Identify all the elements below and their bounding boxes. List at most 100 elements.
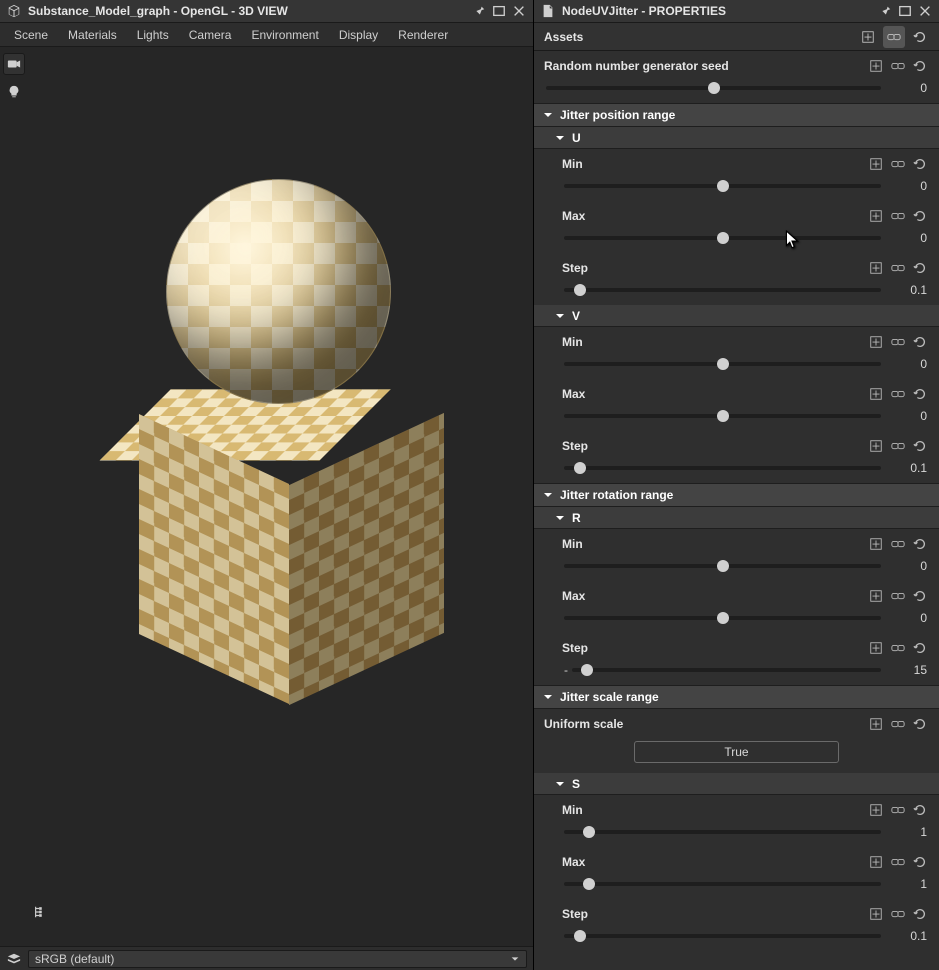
subsection-label: R (572, 511, 581, 525)
colorspace-dropdown[interactable]: sRGB (default) (28, 950, 527, 968)
reset-icon[interactable] (911, 155, 929, 173)
expose-icon[interactable] (857, 26, 879, 48)
reset-icon[interactable] (911, 207, 929, 225)
properties-title: NodeUVJitter - PROPERTIES (562, 4, 871, 18)
v-max-label: Max (562, 387, 867, 401)
reset-icon[interactable] (911, 385, 929, 403)
link-icon[interactable] (889, 535, 907, 553)
uniform-scale-label: Uniform scale (544, 717, 867, 731)
pin-icon[interactable] (877, 3, 893, 19)
link-icon[interactable] (889, 801, 907, 819)
camera-tool-button[interactable] (3, 53, 25, 75)
reset-icon[interactable] (911, 801, 929, 819)
maximize-icon[interactable] (491, 3, 507, 19)
uniform-scale-toggle[interactable]: True (634, 741, 839, 763)
link-icon[interactable] (889, 905, 907, 923)
reset-icon[interactable] (911, 905, 929, 923)
menu-scene[interactable]: Scene (4, 24, 58, 46)
cube-icon (6, 3, 22, 19)
reset-icon[interactable] (911, 259, 929, 277)
close-icon[interactable] (511, 3, 527, 19)
menu-environment[interactable]: Environment (241, 24, 328, 46)
v-min-slider[interactable] (564, 362, 881, 366)
expose-icon[interactable] (867, 587, 885, 605)
reset-icon[interactable] (911, 535, 929, 553)
u-min-slider[interactable] (564, 184, 881, 188)
3d-viewport[interactable] (28, 47, 533, 946)
r-min-label: Min (562, 537, 867, 551)
link-icon[interactable] (889, 639, 907, 657)
reset-icon[interactable] (911, 437, 929, 455)
link-icon[interactable] (889, 333, 907, 351)
s-step-slider[interactable] (564, 934, 881, 938)
link-icon[interactable] (889, 155, 907, 173)
subsection-r[interactable]: R (534, 507, 939, 529)
section-jitter-rotation[interactable]: Jitter rotation range (534, 483, 939, 507)
link-icon[interactable] (889, 587, 907, 605)
maximize-icon[interactable] (897, 3, 913, 19)
u-min-label: Min (562, 157, 867, 171)
link-icon[interactable] (883, 26, 905, 48)
reset-icon[interactable] (911, 639, 929, 657)
reset-icon[interactable] (911, 853, 929, 871)
expose-icon[interactable] (867, 905, 885, 923)
subsection-v[interactable]: V (534, 305, 939, 327)
light-tool-button[interactable] (3, 81, 25, 103)
r-step-slider[interactable] (572, 668, 881, 672)
reset-icon[interactable] (911, 715, 929, 733)
u-max-slider[interactable] (564, 236, 881, 240)
menu-camera[interactable]: Camera (179, 24, 242, 46)
expose-icon[interactable] (867, 437, 885, 455)
link-icon[interactable] (889, 57, 907, 75)
u-step-slider[interactable] (564, 288, 881, 292)
pin-icon[interactable] (471, 3, 487, 19)
menu-materials[interactable]: Materials (58, 24, 127, 46)
menu-renderer[interactable]: Renderer (388, 24, 458, 46)
v-max-slider[interactable] (564, 414, 881, 418)
expose-icon[interactable] (867, 715, 885, 733)
r-max-slider[interactable] (564, 616, 881, 620)
layers-icon[interactable] (6, 951, 22, 967)
reset-icon[interactable] (911, 333, 929, 351)
s-step-label: Step (562, 907, 867, 921)
r-min-slider[interactable] (564, 564, 881, 568)
subsection-u[interactable]: U (534, 127, 939, 149)
expose-icon[interactable] (867, 155, 885, 173)
expose-icon[interactable] (867, 57, 885, 75)
sphere-mesh (166, 179, 391, 404)
expose-icon[interactable] (867, 535, 885, 553)
v-max-value: 0 (891, 409, 927, 423)
expose-icon[interactable] (867, 385, 885, 403)
reset-icon[interactable] (909, 26, 931, 48)
link-icon[interactable] (889, 385, 907, 403)
link-icon[interactable] (889, 715, 907, 733)
expose-icon[interactable] (867, 259, 885, 277)
link-icon[interactable] (889, 207, 907, 225)
section-jitter-scale[interactable]: Jitter scale range (534, 685, 939, 709)
link-icon[interactable] (889, 853, 907, 871)
reset-icon[interactable] (911, 587, 929, 605)
expose-icon[interactable] (867, 207, 885, 225)
s-max-slider[interactable] (564, 882, 881, 886)
u-max-label: Max (562, 209, 867, 223)
s-max-value: 1 (891, 877, 927, 891)
reset-icon[interactable] (911, 57, 929, 75)
expose-icon[interactable] (867, 853, 885, 871)
expose-icon[interactable] (867, 801, 885, 819)
s-step-value: 0.1 (891, 929, 927, 943)
subsection-s[interactable]: S (534, 773, 939, 795)
seed-slider[interactable] (546, 86, 881, 90)
close-icon[interactable] (917, 3, 933, 19)
section-label: Jitter position range (560, 108, 675, 122)
expose-icon[interactable] (867, 639, 885, 657)
s-min-slider[interactable] (564, 830, 881, 834)
v-step-slider[interactable] (564, 466, 881, 470)
hierarchy-icon[interactable] (32, 904, 48, 920)
section-jitter-position[interactable]: Jitter position range (534, 103, 939, 127)
link-icon[interactable] (889, 437, 907, 455)
menu-lights[interactable]: Lights (127, 24, 179, 46)
expose-icon[interactable] (867, 333, 885, 351)
link-icon[interactable] (889, 259, 907, 277)
menu-display[interactable]: Display (329, 24, 388, 46)
properties-scroll[interactable]: Random number generator seed 0 Jitter po… (534, 51, 939, 970)
